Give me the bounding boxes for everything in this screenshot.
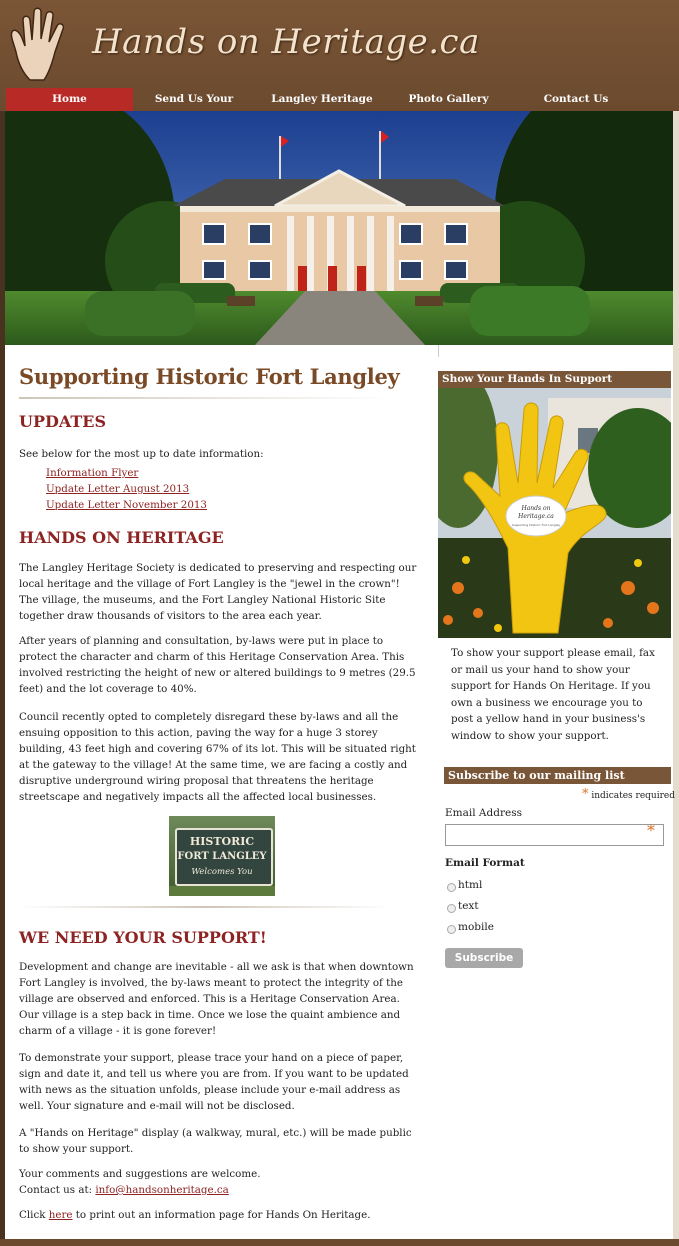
required-asterisk-icon: * — [582, 787, 589, 802]
sign-text-historic: HISTORIC — [189, 835, 255, 848]
fort-langley-sign-image: HISTORIC FORT LANGLEY Welcomes You — [169, 816, 275, 896]
format-mobile-label[interactable]: mobile — [458, 921, 494, 933]
sign-text-fort-langley: FORT LANGLEY — [177, 851, 267, 862]
support-paragraph-4: Your comments and suggestions are welcom… — [19, 1166, 421, 1198]
hand-logo-icon[interactable] — [8, 6, 78, 82]
page-title: Supporting Historic Fort Langley — [19, 364, 400, 389]
yellow-hand-sign-icon: Hands on Heritage.ca Supporting Historic… — [438, 388, 671, 638]
print-here-link[interactable]: here — [49, 1209, 73, 1221]
nav-item-send-hand[interactable]: Send Us Your Hand — [139, 88, 249, 128]
required-note: * indicates required — [582, 787, 675, 802]
yellow-hand-photo: Hands on Heritage.ca Supporting Historic… — [438, 388, 671, 638]
support-paragraph-1: Development and change are inevitable - … — [19, 961, 414, 1037]
email-address-label: Email Address — [445, 807, 522, 819]
heritage-building-photo — [5, 111, 673, 345]
page-footer — [0, 1239, 679, 1246]
page: Hands on Heritage.ca Home Send Us Your H… — [0, 0, 679, 1246]
support-paragraph-3: A "Hands on Heritage" display (a walkway… — [19, 1127, 412, 1155]
required-asterisk-icon: * — [647, 821, 655, 840]
nav-item-contact[interactable]: Contact Us — [531, 88, 621, 111]
email-field[interactable]: * — [445, 821, 664, 846]
click-prefix: Click — [19, 1209, 49, 1221]
hands-on-heritage-heading: HANDS ON HERITAGE — [19, 528, 224, 547]
hoh-paragraph-3: Council recently opted to completely dis… — [19, 711, 416, 803]
subscribe-heading: Subscribe to our mailing list — [444, 767, 671, 784]
hand-sign-text-3: Supporting Historic Fort Langley — [512, 523, 561, 527]
sign-text-welcomes: Welcomes You — [191, 867, 253, 877]
title-divider — [19, 397, 391, 399]
show-hands-text: To show your support please email, fax o… — [451, 647, 655, 742]
updates-heading: UPDATES — [19, 412, 107, 431]
hand-sign-text-2: Heritage.ca — [517, 513, 554, 520]
format-html-label[interactable]: html — [458, 879, 482, 891]
subscribe-button[interactable]: Subscribe — [445, 948, 523, 968]
link-update-august-2013[interactable]: Update Letter August 2013 — [46, 483, 189, 495]
support-paragraph-2: To demonstrate your support, please trac… — [19, 1052, 409, 1112]
nav-item-photo-gallery[interactable]: Photo Gallery — [401, 88, 496, 111]
format-html-radio[interactable] — [447, 883, 456, 892]
contact-email-link[interactable]: info@handsonheritage.ca — [95, 1184, 228, 1196]
link-information-flyer[interactable]: Information Flyer — [46, 467, 138, 479]
main-nav: Home Send Us Your Hand Langley Heritage … — [6, 88, 673, 128]
required-note-text: indicates required — [591, 791, 675, 801]
format-mobile-radio[interactable] — [447, 925, 456, 934]
nav-item-home[interactable]: Home — [6, 88, 133, 111]
site-title[interactable]: Hands on Heritage.ca — [92, 22, 480, 62]
email-format-label: Email Format — [445, 857, 525, 869]
site-header: Hands on Heritage.ca Home Send Us Your H… — [0, 0, 679, 128]
click-suffix: to print out an information page for Han… — [72, 1209, 371, 1221]
link-update-november-2013[interactable]: Update Letter November 2013 — [46, 499, 207, 511]
banner-image — [5, 111, 673, 345]
contact-label: Contact us at: — [19, 1184, 96, 1196]
hoh-paragraph-1: The Langley Heritage Society is dedicate… — [19, 562, 417, 622]
sidebar-divider — [438, 345, 439, 357]
comments-welcome-text: Your comments and suggestions are welcom… — [19, 1168, 261, 1180]
section-divider — [19, 906, 391, 908]
format-text-label[interactable]: text — [458, 900, 479, 912]
hoh-paragraph-2: After years of planning and consultation… — [19, 635, 416, 695]
hand-sign-text-1: Hands on — [521, 505, 551, 512]
format-text-radio[interactable] — [447, 904, 456, 913]
show-hands-heading: Show Your Hands In Support — [438, 371, 671, 388]
updates-intro: See below for the most up to date inform… — [19, 448, 264, 460]
support-heading: WE NEED YOUR SUPPORT! — [19, 928, 267, 947]
nav-item-heritage-society[interactable]: Langley Heritage Society — [256, 88, 388, 128]
right-border — [673, 111, 679, 1246]
print-info-line: Click here to print out an information p… — [19, 1207, 421, 1223]
